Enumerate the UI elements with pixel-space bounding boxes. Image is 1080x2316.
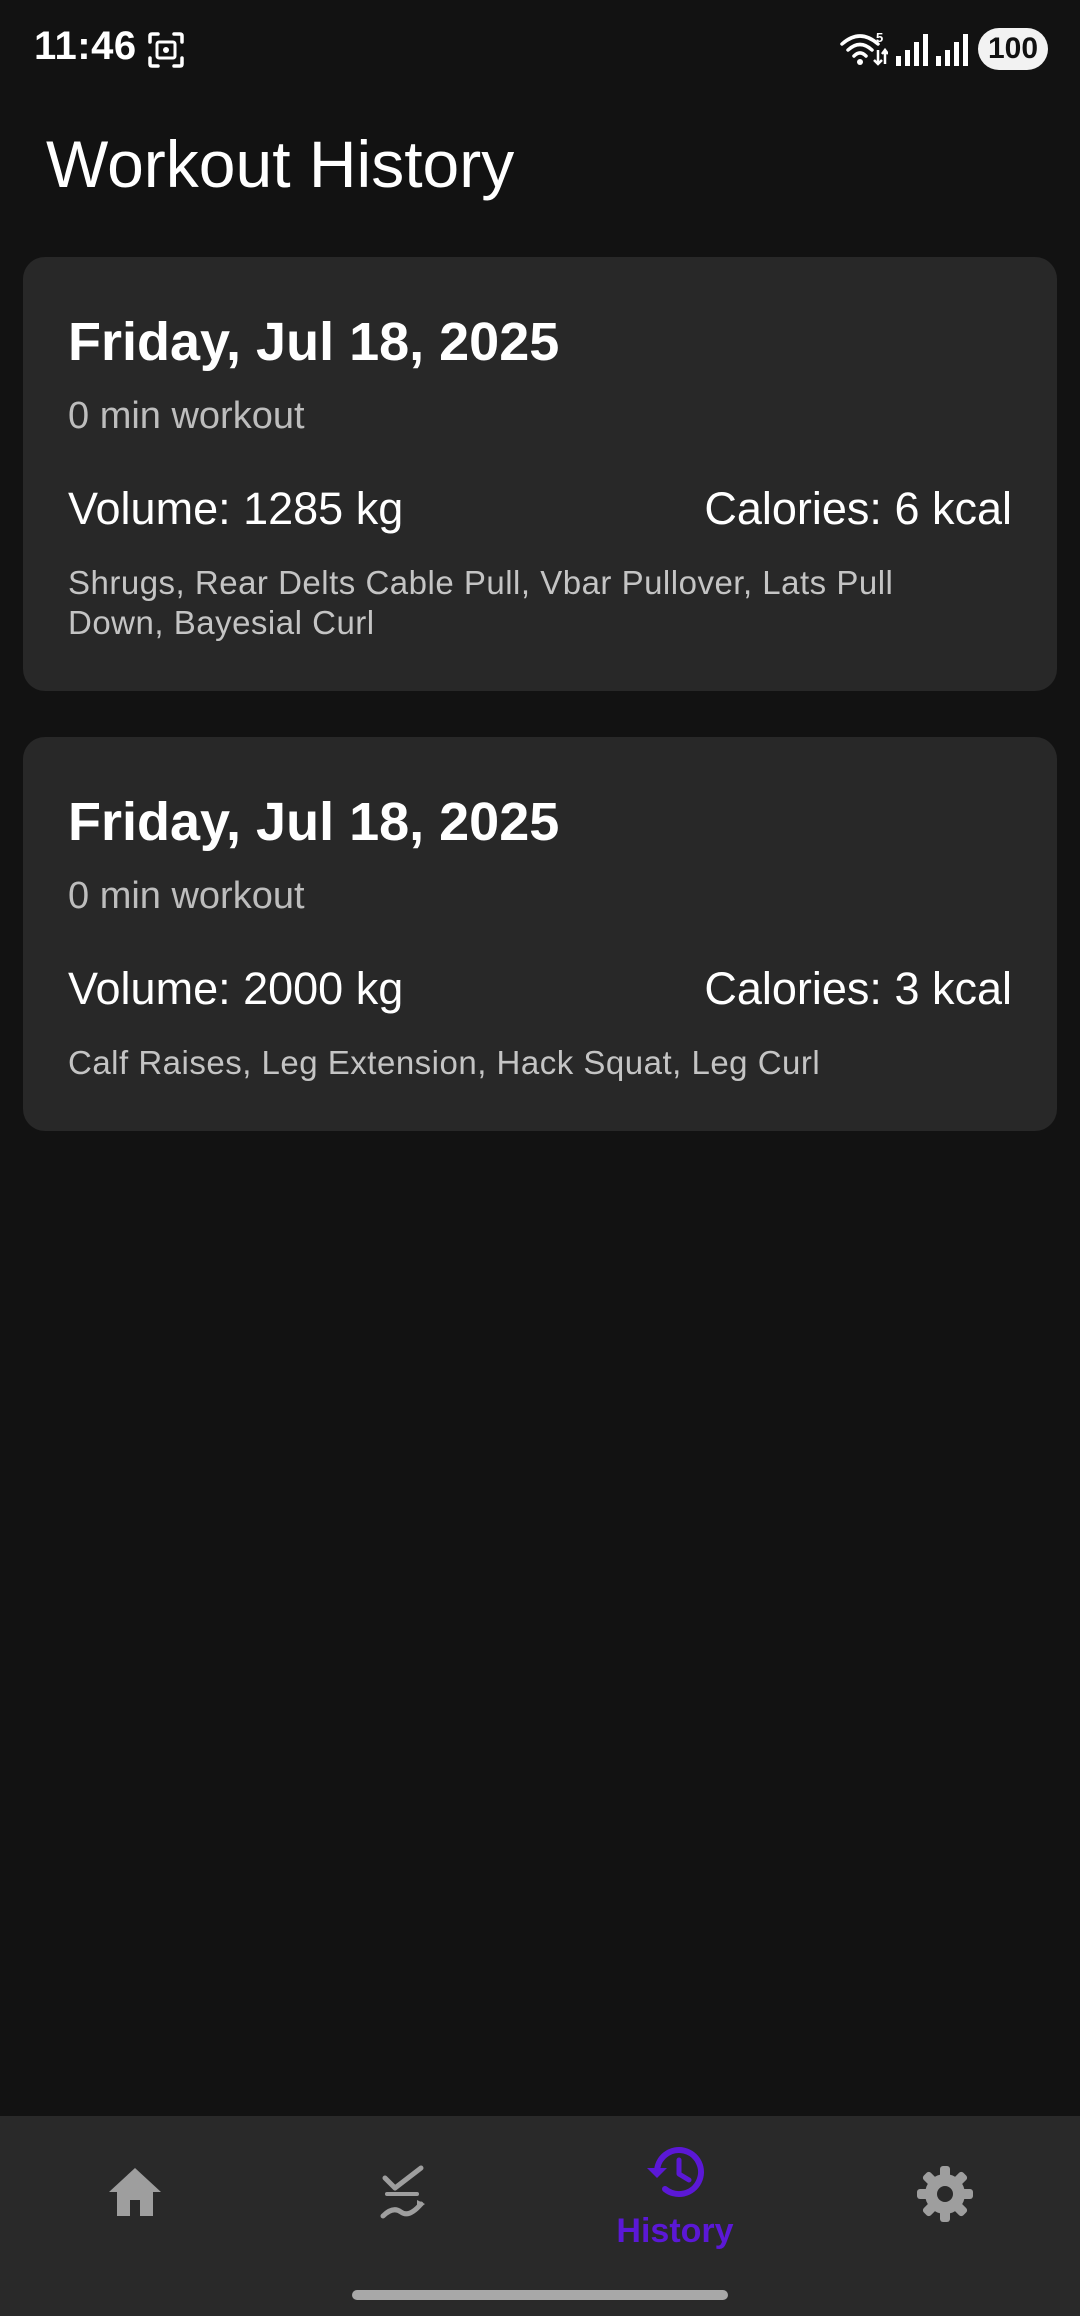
- status-bar: 11:46 5 100: [0, 0, 1080, 100]
- nav-item-exercises[interactable]: [270, 2116, 540, 2316]
- workout-volume: Volume: 1285 kg: [68, 483, 404, 534]
- workout-date: Friday, Jul 18, 2025: [68, 792, 560, 852]
- workout-card[interactable]: Friday, Jul 18, 2025 0 min workout Volum…: [23, 257, 1057, 691]
- svg-text:5: 5: [876, 30, 883, 45]
- workout-exercises: Shrugs, Rear Delts Cable Pull, Vbar Pull…: [68, 564, 894, 641]
- nav-item-home[interactable]: [0, 2116, 270, 2316]
- status-time: 11:46: [34, 24, 137, 68]
- workout-duration: 0 min workout: [68, 395, 305, 437]
- workout-date: Friday, Jul 18, 2025: [68, 312, 560, 372]
- workout-history-screen: 11:46 5 100 Workout History Friday, Jul …: [0, 0, 1080, 2316]
- battery-indicator: 100: [978, 28, 1048, 70]
- page-title: Workout History: [46, 127, 515, 201]
- workout-card[interactable]: Friday, Jul 18, 2025 0 min workout Volum…: [23, 737, 1057, 1131]
- wifi-icon: 5: [840, 30, 888, 66]
- screenshot-icon: [148, 32, 184, 68]
- workout-duration: 0 min workout: [68, 875, 305, 917]
- settings-icon: [917, 2166, 973, 2222]
- bottom-navigation: History: [0, 2116, 1080, 2316]
- workout-volume: Volume: 2000 kg: [68, 963, 404, 1014]
- workout-calories: Calories: 3 kcal: [704, 963, 1012, 1014]
- nav-item-settings[interactable]: [810, 2116, 1080, 2316]
- home-indicator[interactable]: [352, 2290, 728, 2300]
- nav-label-history: History: [616, 2212, 734, 2250]
- signal-icon: [936, 34, 968, 66]
- workout-calories: Calories: 6 kcal: [704, 483, 1012, 534]
- exercises-icon: [380, 2165, 425, 2219]
- nav-item-history[interactable]: History: [540, 2116, 810, 2316]
- home-icon: [109, 2168, 161, 2216]
- history-icon: [647, 2147, 704, 2198]
- signal-icon: [896, 34, 928, 66]
- workout-exercises: Calf Raises, Leg Extension, Hack Squat, …: [68, 1044, 821, 1081]
